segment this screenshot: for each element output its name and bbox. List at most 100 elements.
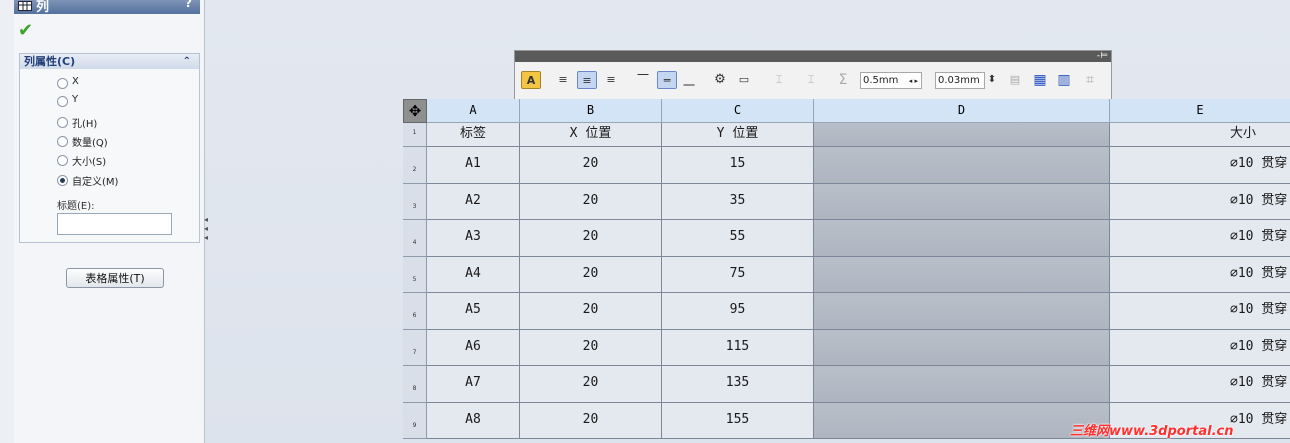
table-cell[interactable]: 20: [520, 402, 662, 439]
group-title: 列属性(C): [24, 55, 76, 68]
radio-dot: [57, 155, 68, 166]
row-header[interactable]: 4: [403, 220, 427, 257]
table-cell[interactable]: ∅10 贯穿: [1110, 183, 1290, 220]
table-cell[interactable]: ∅10 贯穿: [1110, 220, 1290, 257]
border-width-value: 0.5mm: [863, 75, 899, 86]
row-header[interactable]: 1: [403, 123, 427, 147]
align-center-icon[interactable]: ≡: [577, 71, 597, 89]
link-gear-icon[interactable]: ⚙: [711, 71, 729, 89]
group-title-bar[interactable]: 列属性(C) ⌃: [20, 54, 199, 69]
table-cell[interactable]: A6: [427, 329, 520, 366]
table-cell[interactable]: 20: [520, 220, 662, 257]
table-cell[interactable]: [814, 147, 1110, 184]
cell-padding-field[interactable]: 0.03mm: [935, 72, 985, 89]
table-cell[interactable]: [814, 402, 1110, 439]
row-header[interactable]: 5: [403, 256, 427, 293]
move-table-handle-icon[interactable]: ✥: [403, 99, 427, 123]
sum-icon: Σ: [838, 72, 848, 88]
toolbar-titlebar[interactable]: -⊨: [515, 51, 1111, 62]
valign-middle-icon[interactable]: ═: [657, 71, 677, 89]
ok-checkmark-icon[interactable]: ✔: [18, 20, 33, 41]
table-cell[interactable]: ∅10 贯穿: [1110, 147, 1290, 184]
panel-splitter-handle[interactable]: ◂ ◂ ◂: [204, 215, 212, 251]
table-format-toolbar: -⊨ A ≡ ≡ ≡ ⎺ ═ ⎽ ⚙ ▭ ⌶ ⌶ Σ 0.5mm ◂ ▸ 0.0…: [514, 50, 1112, 100]
panel-title: 列: [36, 0, 50, 15]
row-header[interactable]: 8: [403, 366, 427, 403]
header-cell[interactable]: X 位置: [520, 123, 662, 147]
insert-row-below-icon: ⌶: [807, 73, 815, 86]
padding-stepper-icon[interactable]: ⬍: [987, 71, 997, 89]
pin-icon[interactable]: -⊨: [1097, 51, 1108, 61]
table-cell[interactable]: A7: [427, 366, 520, 403]
font-button[interactable]: A: [521, 71, 541, 89]
title-field-label: 标题(E):: [57, 201, 95, 212]
table-cell[interactable]: 20: [520, 366, 662, 403]
border-width-field[interactable]: 0.5mm ◂ ▸: [860, 72, 922, 89]
table-cell[interactable]: ∅10 贯穿: [1110, 366, 1290, 403]
table-cell[interactable]: 135: [662, 366, 814, 403]
table-cell[interactable]: 95: [662, 293, 814, 330]
column-header-b[interactable]: B: [520, 99, 662, 123]
column-properties-group: 列属性(C) ⌃ X Y 孔(H) 数量(Q) 大小(S) 自定义(M) 标题(…: [19, 53, 200, 243]
table-cell[interactable]: 20: [520, 183, 662, 220]
align-left-icon[interactable]: ≡: [555, 71, 571, 89]
column-header-d[interactable]: D: [814, 99, 1110, 123]
table-cell[interactable]: [814, 329, 1110, 366]
insert-row-above-icon: ⌶: [775, 73, 783, 86]
table-cell[interactable]: 20: [520, 147, 662, 184]
header-cell[interactable]: [814, 123, 1110, 147]
table-cell[interactable]: 35: [662, 183, 814, 220]
property-manager-panel: 列 ? ✔ 列属性(C) ⌃ X Y 孔(H) 数量(Q) 大小(S) 自定义(…: [14, 0, 205, 443]
table-cell[interactable]: ∅10 贯穿: [1110, 293, 1290, 330]
table-cell[interactable]: A3: [427, 220, 520, 257]
help-icon[interactable]: ?: [185, 0, 192, 10]
table-cell[interactable]: [814, 220, 1110, 257]
width-arrows-icon[interactable]: ◂ ▸: [909, 73, 918, 89]
hole-table: ✥ A B C D E 1 标签 X 位置 Y 位置 大小 2 A1 20 15 ∅10 贯穿 3 A…: [403, 99, 1290, 443]
header-cell[interactable]: 大小: [1110, 123, 1290, 147]
row-header[interactable]: 3: [403, 183, 427, 220]
text-format-icon[interactable]: ▭: [735, 71, 753, 89]
row-header[interactable]: 9: [403, 402, 427, 439]
table-cell[interactable]: 155: [662, 402, 814, 439]
row-header[interactable]: 6: [403, 293, 427, 330]
align-right-icon[interactable]: ≡: [603, 71, 619, 89]
table-cell[interactable]: A8: [427, 402, 520, 439]
radio-dot-selected: [57, 175, 68, 186]
grid-lines-icon[interactable]: ▥: [1055, 71, 1073, 89]
row-header[interactable]: 2: [403, 147, 427, 184]
table-cell[interactable]: [814, 293, 1110, 330]
table-cell[interactable]: A1: [427, 147, 520, 184]
valign-bottom-icon[interactable]: ⎽: [681, 71, 697, 89]
table-cell[interactable]: A4: [427, 256, 520, 293]
table-cell[interactable]: ∅10 贯穿: [1110, 256, 1290, 293]
header-cell[interactable]: 标签: [427, 123, 520, 147]
valign-top-icon[interactable]: ⎺: [635, 71, 651, 89]
row-header[interactable]: 7: [403, 329, 427, 366]
header-cell[interactable]: Y 位置: [662, 123, 814, 147]
table-icon: [18, 0, 32, 11]
table-cell[interactable]: 55: [662, 220, 814, 257]
watermark: 三维网www.3dportal.cn: [1070, 424, 1234, 439]
panel-header: 列 ?: [14, 0, 200, 15]
table-cell[interactable]: ∅10 贯穿: [1110, 329, 1290, 366]
table-cell[interactable]: [814, 366, 1110, 403]
table-cell[interactable]: 20: [520, 329, 662, 366]
column-header-a[interactable]: A: [427, 99, 520, 123]
table-cell[interactable]: A5: [427, 293, 520, 330]
table-cell[interactable]: 75: [662, 256, 814, 293]
table-properties-button[interactable]: 表格属性(T): [66, 268, 164, 288]
table-cell[interactable]: [814, 256, 1110, 293]
table-cell[interactable]: 20: [520, 293, 662, 330]
table-cell[interactable]: 115: [662, 329, 814, 366]
table-layout-icon[interactable]: ▦: [1031, 71, 1049, 89]
table-cell[interactable]: 20: [520, 256, 662, 293]
column-header-c[interactable]: C: [662, 99, 814, 123]
title-input[interactable]: [57, 213, 172, 235]
column-header-e[interactable]: E: [1110, 99, 1290, 123]
table-cell[interactable]: 15: [662, 147, 814, 184]
collapse-chevron-icon[interactable]: ⌃: [183, 54, 191, 69]
cell-padding-value: 0.03mm: [938, 75, 980, 86]
table-cell[interactable]: [814, 183, 1110, 220]
table-cell[interactable]: A2: [427, 183, 520, 220]
